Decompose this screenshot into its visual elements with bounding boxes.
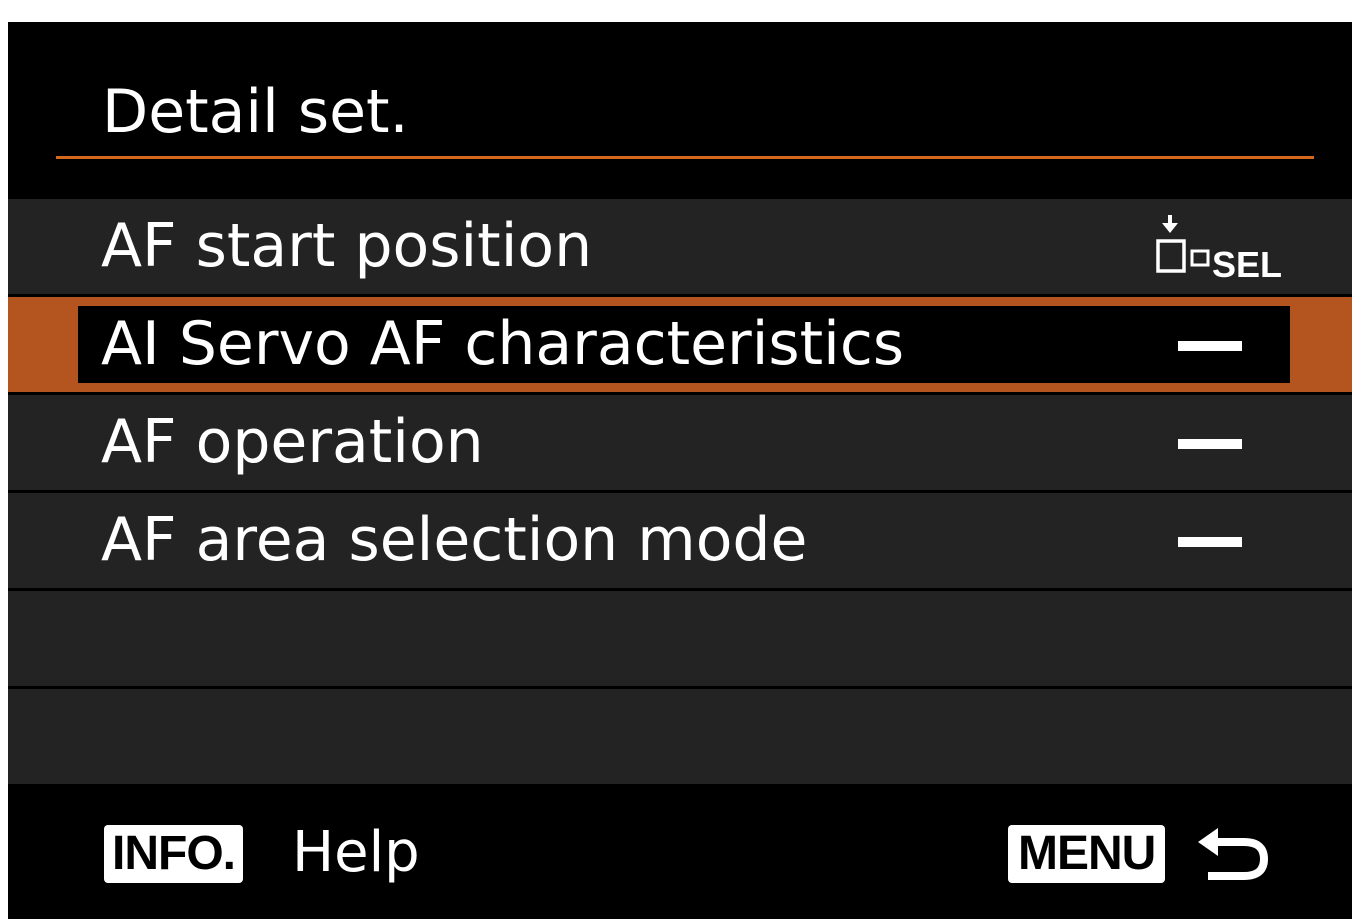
menu-item-empty [8, 689, 1352, 784]
sel-text: SEL [1212, 244, 1282, 281]
dash-icon [1178, 439, 1242, 449]
menu-item-label: AF operation [101, 407, 484, 477]
menu-item-af-area-selection-mode[interactable]: AF area selection mode [8, 493, 1352, 588]
menu-item-label: AF start position [101, 211, 593, 281]
info-button[interactable]: INFO. [104, 825, 243, 883]
menu-item-af-start-position[interactable]: AF start position SEL [8, 199, 1352, 294]
help-label: Help [292, 820, 420, 885]
af-point-select-sel-icon: SEL [1156, 215, 1282, 281]
menu-item-empty [8, 591, 1352, 686]
menu-button[interactable]: MENU [1008, 825, 1166, 883]
back-arrow-icon[interactable] [1194, 828, 1270, 884]
menu-item-af-operation[interactable]: AF operation [8, 395, 1352, 490]
dash-icon [1178, 341, 1242, 351]
dash-icon [1178, 537, 1242, 547]
menu-item-ai-servo-af-characteristics[interactable]: AI Servo AF characteristics [8, 297, 1352, 392]
title-divider [56, 156, 1314, 159]
camera-menu-screen: Detail set. AF start position SEL AI Ser… [8, 22, 1352, 919]
menu-list: AF start position SEL AI Servo AF charac… [8, 199, 1352, 787]
menu-item-label: AI Servo AF characteristics [101, 309, 905, 379]
menu-item-label: AF area selection mode [101, 505, 808, 575]
page-title: Detail set. [102, 77, 409, 147]
